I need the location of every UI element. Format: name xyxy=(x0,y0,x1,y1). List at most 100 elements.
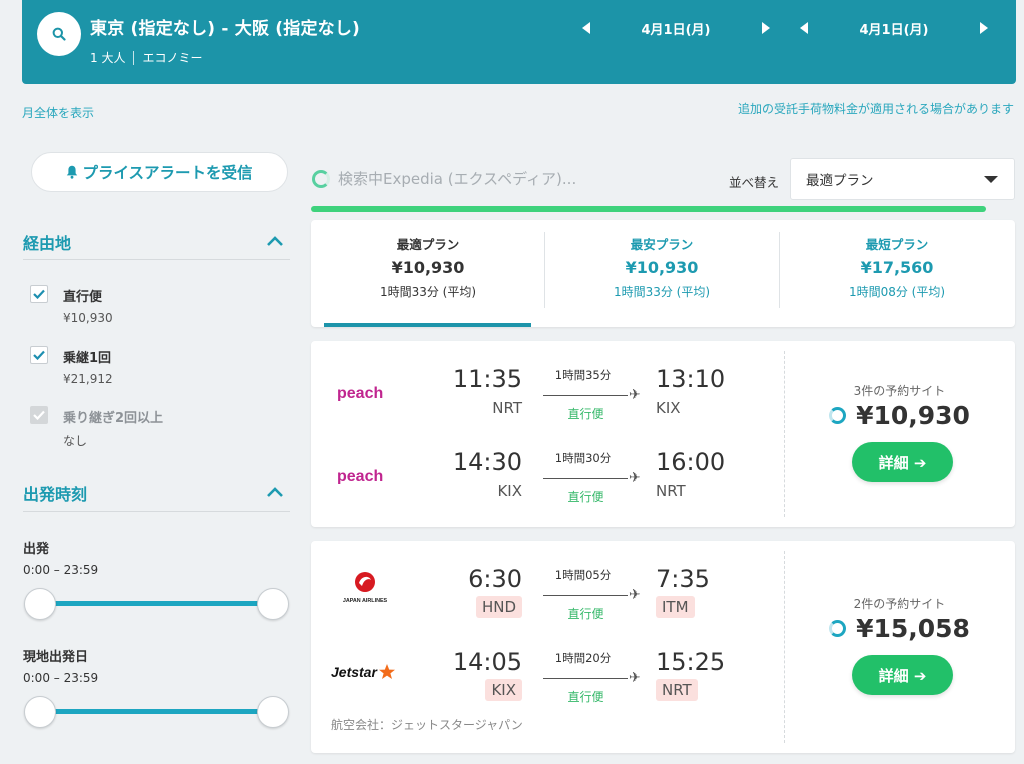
svg-text:peach: peach xyxy=(337,468,383,484)
stops-label: 直行便 xyxy=(567,490,604,504)
multi-stop-checkbox[interactable] xyxy=(30,406,48,424)
sort-select[interactable]: 最適プラン xyxy=(790,158,1015,200)
direct-label[interactable]: 直行便 xyxy=(63,286,102,305)
flight-duration: 1時間35分 xyxy=(554,368,612,382)
result-card[interactable]: peach 11:35 NRT 1時間35分 ✈ 直行便 13:10 KIX p… xyxy=(311,341,1015,527)
arrival-airport: NRT xyxy=(656,482,686,500)
tab-price: ¥10,930 xyxy=(391,258,465,277)
multi-stop-label[interactable]: 乗り継ぎ2回以上 xyxy=(63,407,163,426)
stops-label: 直行便 xyxy=(567,690,604,704)
departure-times-title: 出発時刻 xyxy=(23,485,88,504)
flight-leg: peach 11:35 NRT 1時間35分 ✈ 直行便 13:10 KIX xyxy=(311,365,784,425)
checkmark-icon xyxy=(33,410,45,420)
search-button[interactable] xyxy=(37,12,81,56)
route-title[interactable]: 東京 (指定なし) - 大阪 (指定なし) xyxy=(90,14,360,39)
search-progress-bar xyxy=(311,206,986,212)
japan-airlines-logo: JAPAN AIRLINES xyxy=(343,572,388,604)
month-view-link[interactable]: 月全体を表示 xyxy=(22,104,94,121)
one-stop-checkbox[interactable] xyxy=(30,346,48,364)
bell-icon xyxy=(67,165,78,179)
depart-slider-track[interactable] xyxy=(40,601,272,606)
arrival-time: 13:10 xyxy=(656,365,726,393)
divider xyxy=(23,259,290,260)
local-slider-track[interactable] xyxy=(40,709,272,714)
price-value: ¥10,930 xyxy=(856,401,970,430)
plane-icon: ✈ xyxy=(629,387,641,403)
prev-return-date-button[interactable] xyxy=(794,16,814,40)
arrival-airport: ITM xyxy=(656,596,695,618)
divider xyxy=(784,351,785,517)
local-depart-label: 現地出発日 xyxy=(23,650,89,665)
route-line xyxy=(543,395,628,396)
stops-label: 直行便 xyxy=(567,607,604,621)
baggage-fee-link[interactable]: 追加の受託手荷物料金が適用される場合があります xyxy=(738,100,1014,117)
flight-duration: 1時間20分 xyxy=(554,651,612,665)
peach-logo: peach xyxy=(337,468,383,484)
caret-left-icon xyxy=(582,22,590,34)
flight-duration: 1時間05分 xyxy=(554,568,612,582)
plan-tabs: 最適プラン ¥10,930 1時間33分 (平均) 最安プラン ¥10,930 … xyxy=(311,220,1015,327)
direct-checkbox[interactable] xyxy=(30,285,48,303)
one-stop-price: ¥21,912 xyxy=(63,372,113,386)
tab-duration: 1時間33分 (平均) xyxy=(379,285,477,299)
search-status: 検索中Expedia (エクスペディア)... xyxy=(312,168,576,189)
flight-duration: 1時間30分 xyxy=(554,451,612,465)
depart-date[interactable]: 4月1日(月) xyxy=(596,19,756,38)
departure-time: 11:35 xyxy=(452,365,522,393)
tab-fastest[interactable]: 最短プラン ¥17,560 1時間08分 (平均) xyxy=(780,220,1014,327)
prev-depart-date-button[interactable] xyxy=(576,16,596,40)
route-line xyxy=(543,678,628,679)
plane-icon: ✈ xyxy=(629,670,641,686)
depart-slider-min-handle[interactable] xyxy=(24,588,56,620)
peach-logo: peach xyxy=(337,385,383,401)
tab-cheapest[interactable]: 最安プラン ¥10,930 1時間33分 (平均) xyxy=(545,220,779,327)
departure-airport: KIX xyxy=(485,679,522,701)
stops-label: 直行便 xyxy=(567,407,604,421)
price-alert-button[interactable]: プライスアラートを受信 xyxy=(31,152,288,192)
checkmark-icon xyxy=(33,350,45,360)
local-slider-min-handle[interactable] xyxy=(24,696,56,728)
tab-duration: 1時間08分 (平均) xyxy=(848,285,946,299)
loading-ring-icon xyxy=(829,620,847,637)
return-date-nav: 4月1日(月) xyxy=(794,16,994,40)
price: ¥10,930 xyxy=(784,401,1015,430)
loading-ring-icon xyxy=(829,407,847,424)
price: ¥15,058 xyxy=(784,614,1015,643)
caret-right-icon xyxy=(980,22,988,34)
flight-leg: JAPAN AIRLINES 6:30 HND 1時間05分 ✈ 直行便 7:3… xyxy=(311,565,784,625)
depart-range: 0:00 – 23:59 xyxy=(23,563,99,577)
depart-label: 出発 xyxy=(23,542,50,557)
checkmark-icon xyxy=(33,289,45,299)
detail-button[interactable]: 詳細 ➔ xyxy=(852,442,953,482)
booking-sites-count: 3件の予約サイト xyxy=(853,384,946,398)
divider xyxy=(784,551,785,743)
result-card[interactable]: JAPAN AIRLINES 6:30 HND 1時間05分 ✈ 直行便 7:3… xyxy=(311,541,1015,753)
tab-best[interactable]: 最適プラン ¥10,930 1時間33分 (平均) xyxy=(311,220,545,327)
sort-value: 最適プラン xyxy=(806,173,874,189)
plane-icon: ✈ xyxy=(629,470,641,486)
divider xyxy=(133,50,135,65)
svg-text:Jetstar: Jetstar xyxy=(331,664,378,680)
multi-stop-price: なし xyxy=(63,434,88,448)
loading-spinner-icon xyxy=(312,169,330,188)
tab-price: ¥17,560 xyxy=(860,258,934,277)
jetstar-logo: Jetstar xyxy=(331,664,395,680)
svg-text:peach: peach xyxy=(337,385,383,401)
next-return-date-button[interactable] xyxy=(974,16,994,40)
tab-price: ¥10,930 xyxy=(625,258,699,277)
divider xyxy=(23,511,290,512)
detail-button[interactable]: 詳細 ➔ xyxy=(852,655,953,695)
depart-slider-max-handle[interactable] xyxy=(257,588,289,620)
chevron-up-icon[interactable] xyxy=(266,487,284,497)
chevron-up-icon[interactable] xyxy=(266,236,284,246)
next-depart-date-button[interactable] xyxy=(756,16,776,40)
local-slider-max-handle[interactable] xyxy=(257,696,289,728)
depart-date-nav: 4月1日(月) xyxy=(576,16,776,40)
tab-duration: 1時間33分 (平均) xyxy=(613,285,711,299)
active-tab-indicator xyxy=(324,323,531,327)
passenger-info[interactable]: 1 大人 エコノミー xyxy=(90,49,202,66)
one-stop-label[interactable]: 乗継1回 xyxy=(63,347,111,366)
return-date[interactable]: 4月1日(月) xyxy=(814,19,974,38)
tab-title: 最適プラン xyxy=(396,237,460,252)
price-alert-label: プライスアラートを受信 xyxy=(82,164,253,182)
